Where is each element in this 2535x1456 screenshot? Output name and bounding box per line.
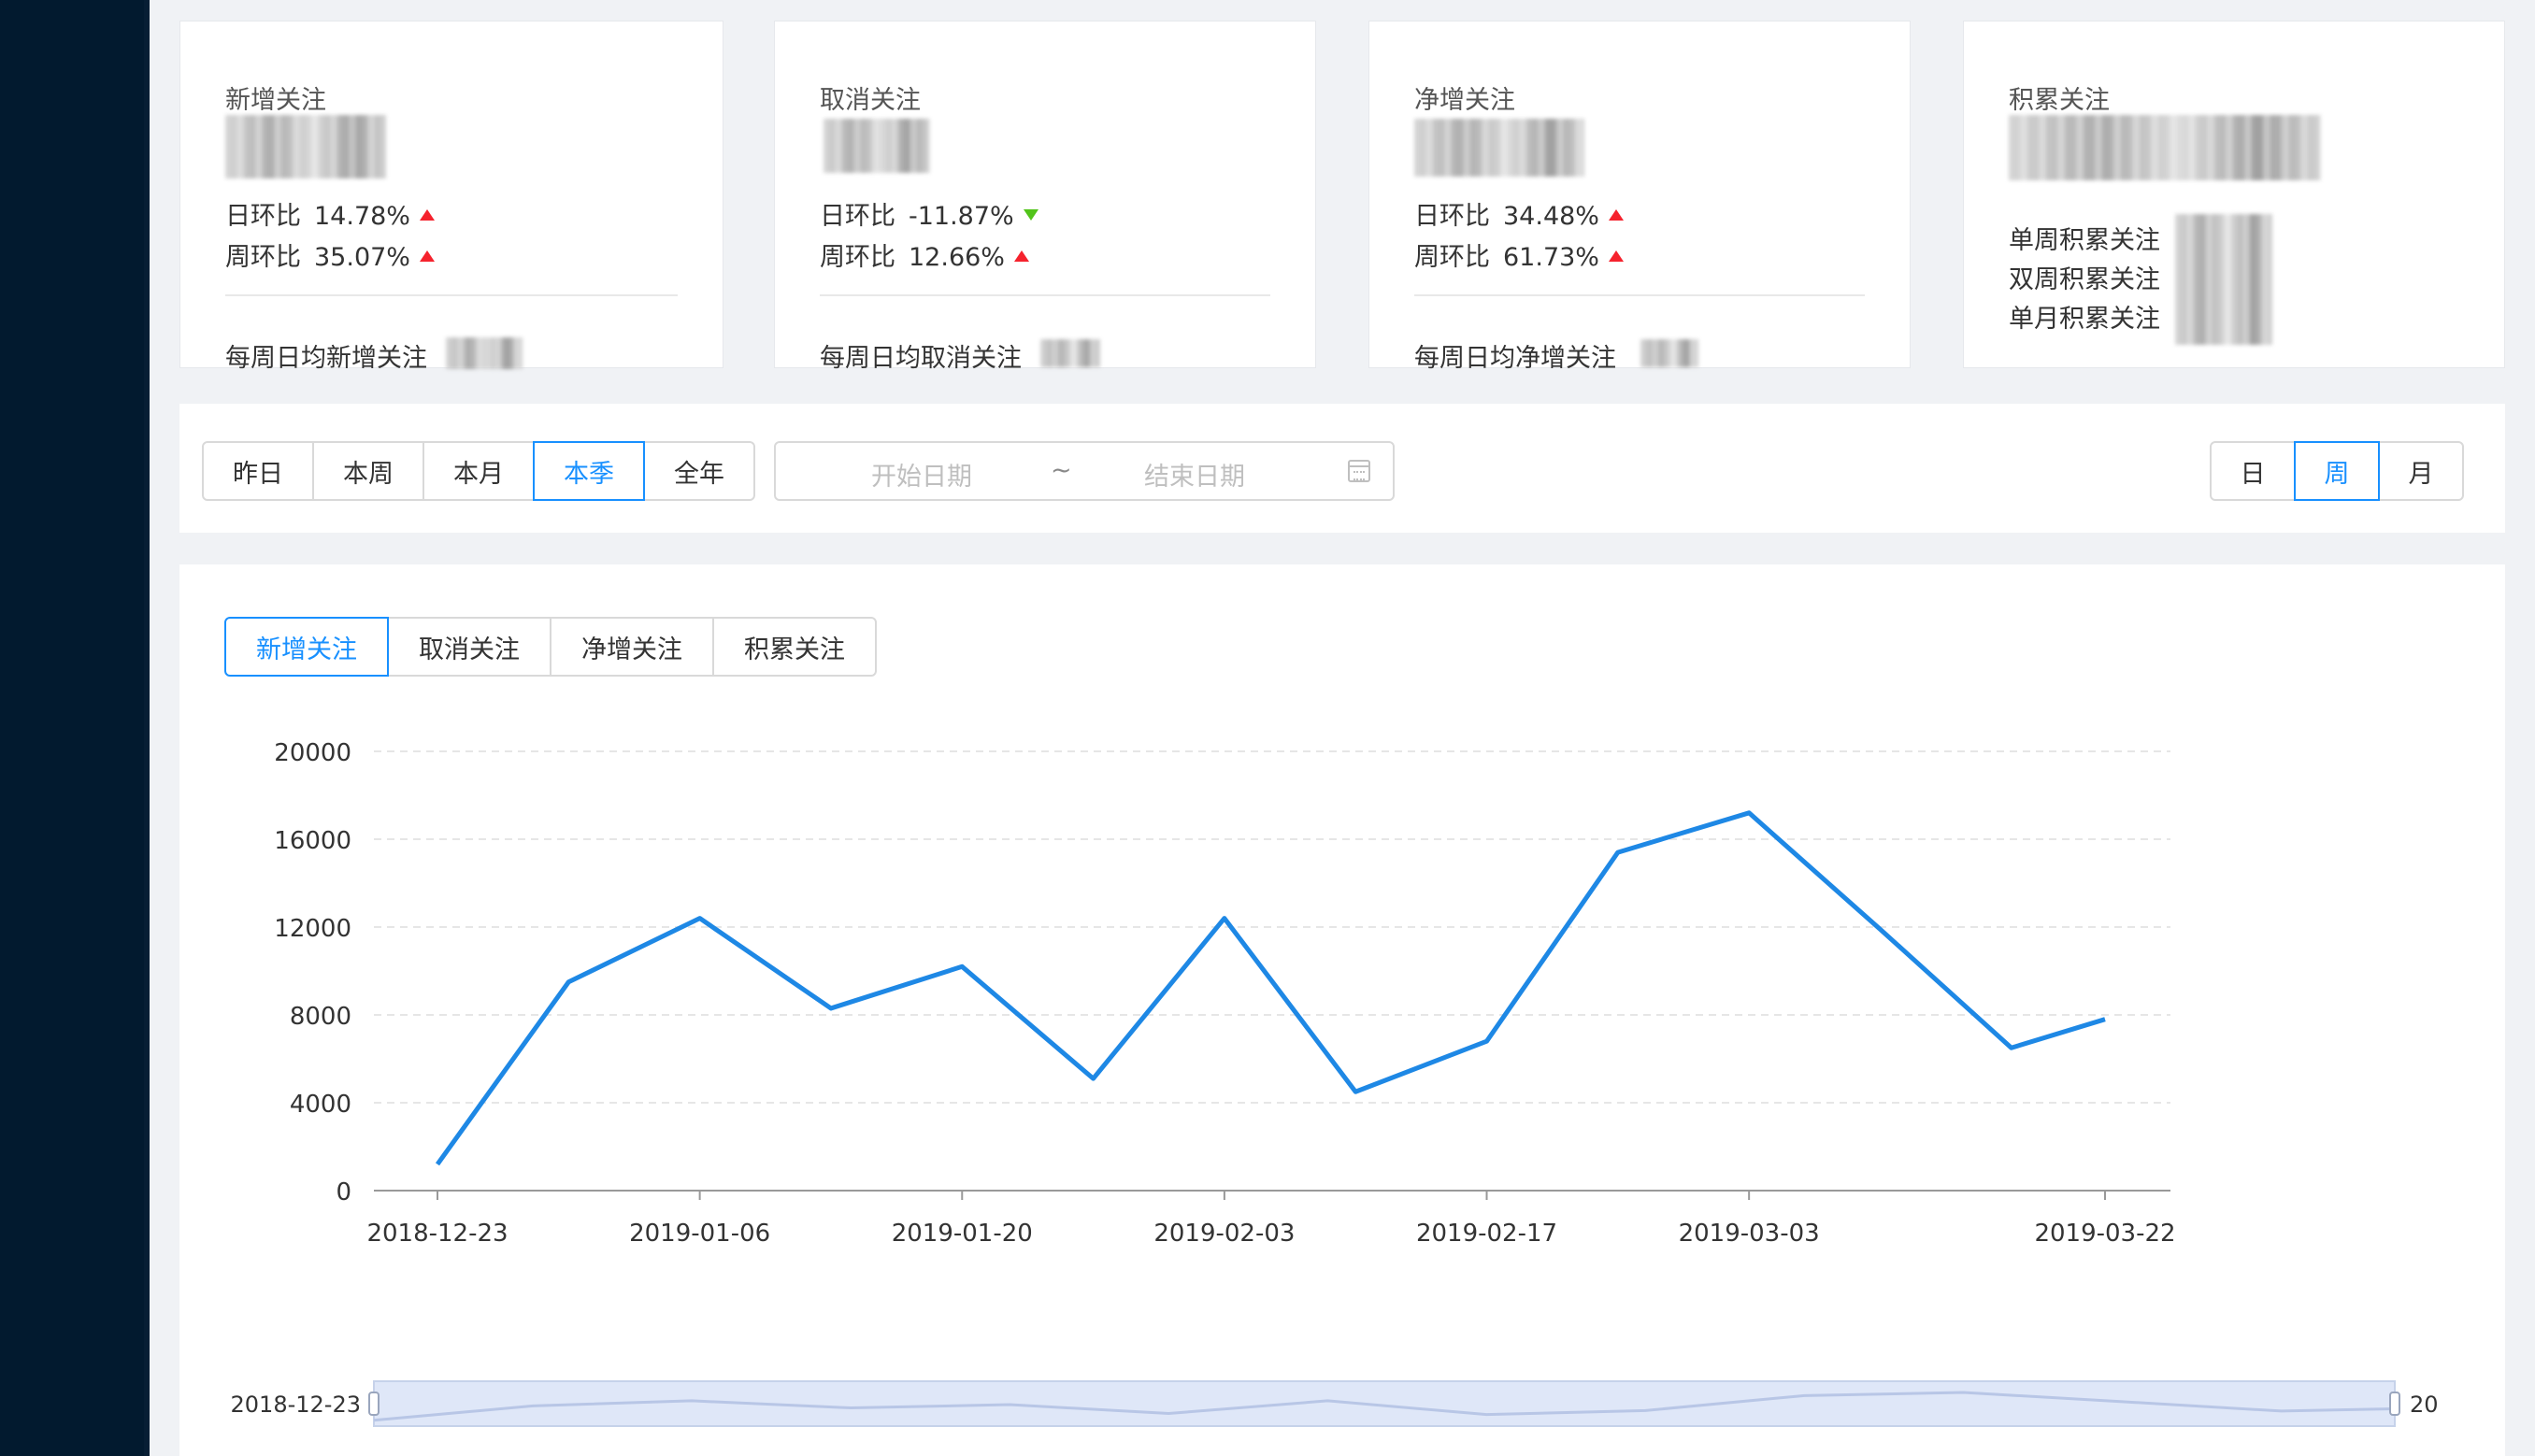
zoom-window [373,1380,2396,1427]
zoom-slider[interactable]: 2018-12-23 20 [231,1380,2439,1427]
x-tick-label: 2019-01-20 [892,1220,1033,1248]
zoom-end-label: 20 [2410,1392,2439,1418]
y-tick-label: 16000 [274,827,351,855]
y-axis: 0 4000 8000 12000 16000 20000 [274,739,351,1206]
y-tick-label: 20000 [274,739,351,767]
zoom-handle[interactable] [2389,1392,2400,1416]
granularity-button-week[interactable]: 周 [2294,441,2380,501]
x-tick-label: 2019-02-03 [1153,1220,1295,1248]
series-line [435,810,2106,1166]
zoom-start-label: 2018-12-23 [231,1392,361,1418]
zoom-handle[interactable] [368,1392,380,1416]
x-tick-label: 2018-12-23 [366,1220,508,1248]
x-tick-label: 2019-01-06 [629,1220,770,1248]
grid-lines [374,750,2170,1104]
x-axis: 2018-12-23 2019-01-06 2019-01-20 2019-02-03… [366,1190,2176,1248]
chart-tab-new[interactable]: 新增关注 [224,617,389,677]
x-tick-label: 2019-03-22 [2034,1220,2175,1248]
line-chart: 0 4000 8000 12000 16000 20000 2018-12-23 2019-… [231,739,2439,1427]
y-tick-label: 8000 [290,1003,351,1031]
y-tick-label: 4000 [290,1091,351,1119]
series [435,810,2106,1166]
y-tick-label: 0 [336,1178,351,1206]
period-button-quarter[interactable]: 本季 [533,441,645,501]
x-tick-label: 2019-03-03 [1679,1220,1820,1248]
y-tick-label: 12000 [274,915,351,943]
x-tick-label: 2019-02-17 [1416,1220,1557,1248]
